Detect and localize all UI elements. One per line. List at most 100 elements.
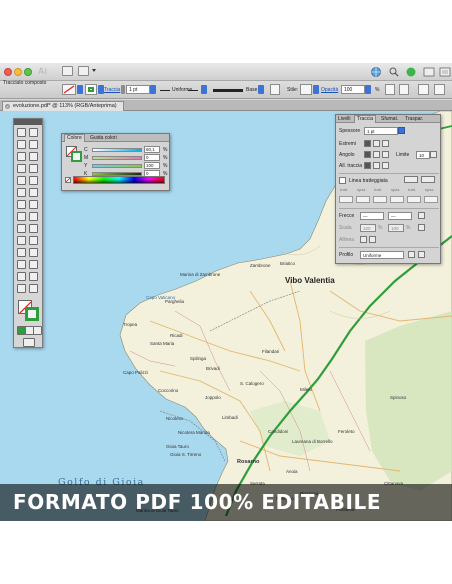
pen-tool-icon[interactable] bbox=[17, 152, 26, 161]
column-graph-tool-icon[interactable] bbox=[29, 260, 38, 269]
screen-mode-icon[interactable] bbox=[23, 338, 35, 347]
miter-join-icon[interactable] bbox=[364, 151, 371, 158]
magenta-value-field[interactable]: 0 bbox=[144, 154, 160, 161]
slice-tool-icon[interactable] bbox=[29, 272, 38, 281]
chevron-down-icon[interactable] bbox=[365, 85, 371, 94]
flip-across-icon[interactable] bbox=[418, 251, 425, 258]
brush-value[interactable]: Base bbox=[246, 87, 257, 93]
workspace-icon[interactable] bbox=[423, 65, 435, 77]
free-transform-tool-icon[interactable] bbox=[29, 212, 38, 221]
notification-icon[interactable] bbox=[439, 65, 451, 77]
chevron-down-icon[interactable] bbox=[430, 151, 437, 158]
cyan-value-field[interactable]: 60,1 bbox=[144, 146, 160, 153]
tab-livelli[interactable]: Livelli bbox=[338, 116, 351, 122]
chevron-down-icon[interactable] bbox=[77, 85, 83, 94]
fill-stroke-swatches[interactable] bbox=[18, 300, 40, 322]
panel-menu-icon[interactable] bbox=[434, 84, 445, 95]
fill-swatch[interactable] bbox=[62, 84, 76, 95]
tab-trasparenza[interactable]: Traspar. bbox=[405, 116, 423, 122]
eyedropper-tool-icon[interactable] bbox=[17, 248, 26, 257]
align-center-icon[interactable] bbox=[364, 162, 371, 169]
round-cap-icon[interactable] bbox=[373, 140, 380, 147]
cyan-bar[interactable] bbox=[92, 148, 142, 152]
perspective-grid-tool-icon[interactable] bbox=[29, 224, 38, 233]
tab-guida-colori[interactable]: Guida colori bbox=[90, 135, 117, 141]
mesh-tool-icon[interactable] bbox=[17, 236, 26, 245]
globe-icon[interactable] bbox=[370, 65, 382, 77]
stroke-weight-field[interactable]: 1 pt bbox=[126, 85, 150, 94]
symbol-sprayer-tool-icon[interactable] bbox=[17, 260, 26, 269]
dash-align-icon[interactable] bbox=[421, 176, 435, 183]
selection-tool-icon[interactable] bbox=[17, 128, 26, 137]
rotate-tool-icon[interactable] bbox=[17, 200, 26, 209]
magic-wand-tool-icon[interactable] bbox=[17, 140, 26, 149]
swap-arrows-icon[interactable] bbox=[418, 212, 425, 219]
eraser-tool-icon[interactable] bbox=[29, 188, 38, 197]
opacity-label[interactable]: Opacità bbox=[321, 87, 338, 93]
butt-cap-icon[interactable] bbox=[364, 140, 371, 147]
projecting-cap-icon[interactable] bbox=[382, 140, 389, 147]
yellow-slider[interactable]: Y 100 % bbox=[84, 162, 168, 169]
width-tool-icon[interactable] bbox=[17, 212, 26, 221]
chevron-down-icon[interactable] bbox=[258, 85, 264, 94]
blob-brush-tool-icon[interactable] bbox=[17, 188, 26, 197]
zoom-window-button[interactable] bbox=[24, 68, 32, 76]
align-inside-icon[interactable] bbox=[373, 162, 380, 169]
lasso-tool-icon[interactable] bbox=[29, 140, 38, 149]
flip-along-icon[interactable] bbox=[408, 251, 415, 258]
gradient-tool-icon[interactable] bbox=[29, 236, 38, 245]
rectangle-tool-icon[interactable] bbox=[29, 164, 38, 173]
tab-sfumature[interactable]: Sfumat. bbox=[381, 116, 398, 122]
limit-field[interactable]: 10 bbox=[416, 151, 430, 159]
type-tool-icon[interactable] bbox=[29, 152, 38, 161]
link-scale-icon[interactable] bbox=[418, 224, 425, 231]
paintbrush-tool-icon[interactable] bbox=[17, 176, 26, 185]
tab-traccia[interactable]: Traccia bbox=[354, 115, 377, 123]
end-arrow-select[interactable]: — bbox=[388, 212, 412, 220]
tools-panel-header[interactable] bbox=[14, 119, 42, 125]
yellow-value-field[interactable]: 100 bbox=[144, 162, 160, 169]
weight-field[interactable]: 1 pt bbox=[364, 127, 398, 135]
chevron-down-icon[interactable] bbox=[150, 85, 156, 94]
color-spectrum[interactable] bbox=[73, 176, 165, 184]
tab-colore[interactable]: Colore bbox=[64, 134, 85, 142]
stroke-stepper[interactable] bbox=[121, 85, 125, 94]
pencil-tool-icon[interactable] bbox=[29, 176, 38, 185]
close-tab-icon[interactable]: × bbox=[5, 104, 10, 109]
yellow-bar[interactable] bbox=[92, 164, 142, 168]
magenta-bar[interactable] bbox=[92, 156, 142, 160]
line-tool-icon[interactable] bbox=[17, 164, 26, 173]
dash-preserve-icon[interactable] bbox=[404, 176, 418, 183]
chevron-down-icon[interactable] bbox=[313, 85, 319, 94]
minimize-window-button[interactable] bbox=[14, 68, 22, 76]
hand-tool-icon[interactable] bbox=[17, 284, 26, 293]
align-outside-icon[interactable] bbox=[382, 162, 389, 169]
scale-tool-icon[interactable] bbox=[29, 200, 38, 209]
chevron-down-icon[interactable] bbox=[92, 69, 96, 72]
color-panel-swatches[interactable] bbox=[66, 146, 82, 162]
recolor-icon[interactable] bbox=[270, 84, 280, 95]
profile-select[interactable]: Uniforme bbox=[360, 251, 404, 259]
arrange-documents-icon[interactable] bbox=[78, 66, 89, 76]
dashed-line-checkbox[interactable] bbox=[339, 177, 346, 184]
round-join-icon[interactable] bbox=[373, 151, 380, 158]
artboard-tool-icon[interactable] bbox=[17, 272, 26, 281]
arrow-tip-beyond-icon[interactable] bbox=[360, 236, 367, 243]
zoom-tool-icon[interactable] bbox=[29, 284, 38, 293]
magenta-slider[interactable]: M 0 % bbox=[84, 154, 168, 161]
chevron-down-icon[interactable] bbox=[398, 127, 405, 134]
isolate-icon[interactable] bbox=[418, 84, 429, 95]
help-icon[interactable] bbox=[405, 65, 417, 77]
stroke-label[interactable]: Traccia bbox=[104, 87, 120, 93]
blend-tool-icon[interactable] bbox=[29, 248, 38, 257]
bridge-icon[interactable] bbox=[62, 66, 73, 76]
end-scale-field[interactable]: 100 bbox=[388, 224, 404, 232]
shape-builder-tool-icon[interactable] bbox=[17, 224, 26, 233]
align-icon[interactable] bbox=[385, 84, 395, 95]
arrow-tip-at-end-icon[interactable] bbox=[369, 236, 376, 243]
cyan-slider[interactable]: C 60,1 % bbox=[84, 146, 168, 153]
opacity-field[interactable]: 100 bbox=[341, 85, 365, 94]
search-icon[interactable] bbox=[388, 65, 400, 77]
bevel-join-icon[interactable] bbox=[382, 151, 389, 158]
close-window-button[interactable] bbox=[4, 68, 12, 76]
